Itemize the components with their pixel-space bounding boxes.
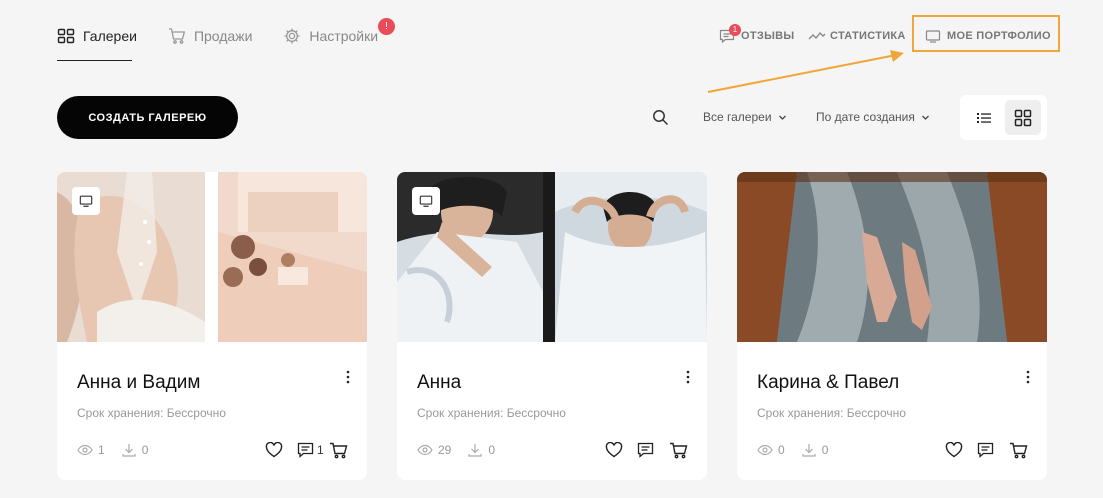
eye-icon: [757, 442, 773, 458]
main-nav: Галереи Продажи Настройки: [57, 26, 409, 46]
gallery-cover[interactable]: [737, 172, 1047, 342]
gallery-filter-dropdown[interactable]: Все галереи: [703, 110, 787, 124]
comment-icon: [977, 442, 994, 458]
sort-label: По дате создания: [816, 110, 915, 124]
gallery-card[interactable]: Анна и Вадим Срок хранения: Бессрочно 1 …: [57, 172, 367, 480]
monitor-icon: [412, 187, 440, 215]
card-actions: [933, 440, 1029, 460]
active-tab-indicator: [57, 60, 132, 61]
card-actions: [593, 440, 689, 460]
tab-settings-label: Настройки: [309, 28, 379, 44]
gallery-cover[interactable]: [397, 172, 707, 342]
list-icon: [976, 111, 992, 125]
comment-icon: [297, 442, 314, 458]
views-count: 29: [438, 443, 452, 457]
eye-icon: [417, 442, 433, 458]
gear-icon: [283, 27, 301, 45]
tab-sales-label: Продажи: [193, 28, 253, 44]
downloads-count: 0: [141, 443, 149, 457]
my-portfolio-link[interactable]: МОЕ ПОРТФОЛИО: [925, 28, 1051, 44]
heart-icon[interactable]: [945, 440, 965, 460]
tab-galleries-label: Галереи: [83, 28, 137, 44]
download-icon: [467, 442, 483, 458]
downloads-count: 0: [821, 443, 829, 457]
gallery-stats: 0 0: [757, 442, 828, 458]
views-count: 0: [778, 443, 785, 457]
download-icon: [801, 442, 817, 458]
gallery-cover[interactable]: [57, 172, 367, 342]
create-gallery-button[interactable]: СОЗДАТЬ ГАЛЕРЕЮ: [57, 96, 238, 139]
list-view-button[interactable]: [966, 100, 1002, 135]
reviews-count-badge: 1: [729, 24, 741, 36]
chevron-down-icon: [778, 113, 787, 122]
gallery-title[interactable]: Карина & Павел: [757, 372, 899, 394]
gallery-filter-label: Все галереи: [703, 110, 772, 124]
views-count: 1: [98, 443, 105, 457]
cover-photo: [737, 172, 1047, 342]
my-portfolio-label: МОЕ ПОРТФОЛИО: [947, 30, 1051, 42]
gallery-title[interactable]: Анна: [417, 372, 461, 394]
gallery-title[interactable]: Анна и Вадим: [77, 372, 200, 394]
sort-dropdown[interactable]: По дате создания: [816, 110, 930, 124]
cart-icon[interactable]: [329, 440, 349, 460]
cart-icon[interactable]: [669, 440, 689, 460]
cover-photo-right: [555, 172, 707, 342]
cart-icon: [168, 27, 186, 45]
grid-icon: [57, 27, 75, 45]
storage-duration: Срок хранения: Бессрочно: [417, 406, 566, 420]
storage-duration: Срок хранения: Бессрочно: [77, 406, 226, 420]
cover-photo-right: [218, 172, 367, 342]
gallery-stats: 1 0: [77, 442, 148, 458]
grid-view-button[interactable]: [1005, 100, 1041, 135]
comments-button[interactable]: 1: [297, 440, 324, 460]
view-mode-switch: [960, 95, 1047, 140]
comments-button[interactable]: [637, 440, 657, 460]
tab-settings[interactable]: Настройки: [283, 26, 378, 46]
heart-icon[interactable]: [605, 440, 625, 460]
heart-icon[interactable]: [265, 440, 285, 460]
storage-duration: Срок хранения: Бессрочно: [757, 406, 906, 420]
comment-icon: [637, 442, 654, 458]
eye-icon: [77, 442, 93, 458]
settings-alert-badge: !: [378, 18, 395, 35]
annotation-arrow: [707, 50, 904, 93]
tab-sales[interactable]: Продажи: [168, 26, 252, 46]
search-icon[interactable]: [652, 109, 669, 126]
cover-divider: [543, 172, 555, 342]
more-options-icon[interactable]: [345, 370, 351, 384]
comments-count: 1: [317, 443, 324, 457]
monitor-icon: [72, 187, 100, 215]
card-actions: 1: [253, 440, 349, 460]
more-options-icon[interactable]: [1025, 370, 1031, 384]
monitor-icon: [925, 28, 941, 44]
gallery-card[interactable]: Анна Срок хранения: Бессрочно 29 0: [397, 172, 707, 480]
cart-icon[interactable]: [1009, 440, 1029, 460]
gallery-card[interactable]: Карина & Павел Срок хранения: Бессрочно …: [737, 172, 1047, 480]
downloads-count: 0: [488, 443, 496, 457]
tab-galleries[interactable]: Галереи: [57, 26, 137, 46]
gallery-stats: 29 0: [417, 442, 495, 458]
more-options-icon[interactable]: [685, 370, 691, 384]
grid-icon: [1014, 109, 1032, 127]
comments-button[interactable]: [977, 440, 997, 460]
chevron-down-icon: [921, 113, 930, 122]
download-icon: [121, 442, 137, 458]
